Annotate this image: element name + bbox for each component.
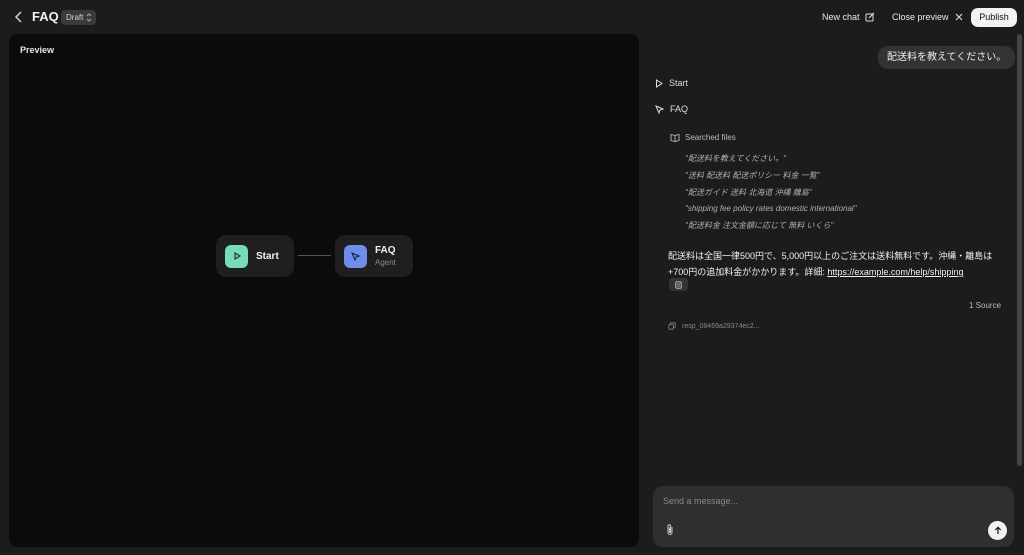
step-start-label: Start [669, 78, 689, 88]
assistant-answer: 配送料は全国一律500円で、5,000円以上のご注文は送料無料です。沖縄・離島は… [668, 248, 1008, 280]
attach-button[interactable] [665, 523, 677, 537]
book-icon [670, 133, 680, 142]
searched-files-label: Searched files [685, 133, 736, 142]
new-chat-button[interactable]: New chat [822, 12, 875, 22]
workflow-node-start[interactable]: Start [216, 235, 294, 277]
step-faq[interactable]: FAQ [655, 104, 688, 114]
chat-scrollbar[interactable] [1017, 34, 1022, 466]
search-query: "shipping fee policy rates domestic inte… [685, 204, 857, 214]
play-icon [656, 78, 663, 88]
publish-button[interactable]: Publish [971, 8, 1017, 27]
step-faq-label: FAQ [670, 104, 689, 114]
answer-link[interactable]: https://example.com/help/shipping [827, 267, 963, 277]
node-connector [298, 255, 331, 256]
search-query: "配送料を教えてください。" [685, 154, 787, 163]
page-title: FAQ [32, 9, 59, 24]
close-icon [955, 13, 962, 21]
paperclip-icon [667, 524, 673, 535]
response-id-text: resp_08469a29374ec2... [682, 322, 760, 330]
arrow-up-icon [994, 526, 1001, 534]
search-queries: "配送料を教えてください。" "送料 配送料 配送ポリシー 料金 一覧" "配送… [685, 151, 857, 235]
citation-button[interactable] [669, 278, 688, 291]
node-faq-icon-box [344, 244, 367, 268]
edit-icon [865, 12, 874, 22]
node-start-icon-box [225, 244, 248, 268]
search-query: "送料 配送料 配送ポリシー 料金 一覧" [685, 170, 820, 180]
top-bar: FAQ Draft New chat Close preview Publish [0, 0, 1024, 34]
cursor-icon [655, 104, 664, 114]
node-faq-label: FAQ [375, 245, 396, 256]
search-query: "配送ガイド 送料 北海道 沖縄 離島" [685, 187, 812, 197]
chevron-left-icon [14, 11, 22, 23]
close-preview-label: Close preview [892, 12, 949, 22]
workflow-node-faq[interactable]: FAQ Agent [335, 235, 413, 277]
back-button[interactable] [12, 9, 26, 25]
play-icon [233, 251, 241, 261]
step-start[interactable]: Start [655, 78, 688, 88]
response-id[interactable]: resp_08469a29374ec2... [668, 322, 759, 330]
searched-files-header[interactable]: Searched files [670, 133, 736, 142]
message-input[interactable] [663, 493, 993, 509]
node-faq-sublabel: Agent [375, 258, 396, 267]
send-button[interactable] [988, 521, 1007, 540]
chevron-up-down-icon [86, 13, 92, 22]
new-chat-label: New chat [822, 12, 860, 22]
preview-canvas[interactable]: Preview [9, 34, 639, 547]
search-query: "配送料金 注文金額に応じて 無料 いくら" [685, 221, 834, 231]
draft-label: Draft [66, 13, 84, 22]
message-composer [653, 486, 1014, 547]
copy-icon [668, 322, 676, 330]
close-preview-button[interactable]: Close preview [892, 12, 963, 22]
draft-badge[interactable]: Draft [61, 10, 97, 25]
cursor-icon [350, 251, 361, 262]
node-start-label: Start [256, 250, 279, 262]
preview-label: Preview [20, 45, 55, 55]
user-message: 配送料を教えてください。 [878, 46, 1016, 69]
sources-link[interactable]: 1 Source [969, 301, 1001, 310]
document-icon [675, 280, 682, 289]
